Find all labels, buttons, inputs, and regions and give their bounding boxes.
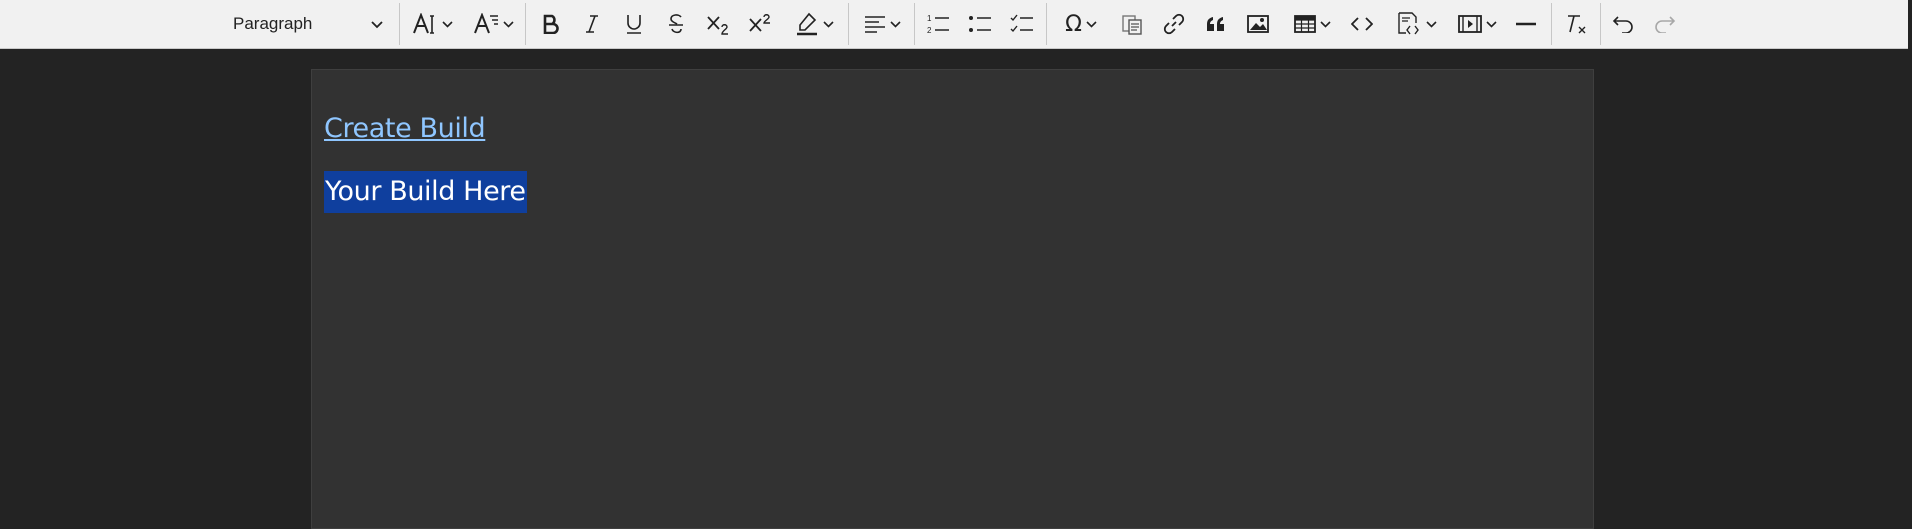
bold-icon	[542, 14, 560, 34]
table-icon	[1293, 14, 1316, 34]
chevron-down-icon	[441, 20, 453, 28]
paste-icon	[1120, 12, 1144, 36]
bold-button[interactable]	[535, 6, 567, 42]
highlighter-icon	[795, 12, 819, 36]
insert-media-button[interactable]	[1450, 6, 1504, 42]
strikethrough-icon	[667, 13, 685, 35]
code-button[interactable]	[1346, 6, 1378, 42]
block-quote-button[interactable]	[1200, 6, 1232, 42]
superscript-icon	[748, 13, 772, 35]
svg-text:2: 2	[927, 26, 932, 35]
toolbar-edge	[1908, 0, 1912, 48]
font-family-icon	[473, 13, 499, 35]
chevron-down-icon	[889, 20, 901, 28]
bulleted-list-icon	[968, 13, 992, 35]
horizontal-line-icon	[1515, 21, 1537, 27]
underline-icon	[625, 13, 643, 35]
underline-button[interactable]	[618, 6, 650, 42]
align-button[interactable]	[857, 6, 907, 42]
media-icon	[1457, 14, 1482, 34]
toolbar-separator	[848, 3, 849, 45]
link-button[interactable]	[1158, 6, 1190, 42]
highlight-button[interactable]	[788, 6, 840, 42]
toolbar-separator	[914, 3, 915, 45]
undo-icon	[1612, 15, 1634, 33]
heading-dropdown-value: Paragraph	[233, 14, 313, 33]
italic-button[interactable]	[576, 6, 608, 42]
font-family-button[interactable]	[469, 6, 517, 42]
todo-list-button[interactable]	[1006, 6, 1038, 42]
svg-text:1: 1	[927, 14, 932, 23]
toolbar-separator	[525, 3, 526, 45]
bulleted-list-button[interactable]	[964, 6, 996, 42]
chevron-down-icon	[502, 20, 514, 28]
editor-content-area[interactable]: Create Build Your Build Here	[311, 69, 1594, 529]
font-size-icon	[412, 13, 438, 35]
paste-plain-text-button[interactable]	[1116, 6, 1148, 42]
todo-list-icon	[1010, 13, 1034, 35]
chevron-down-icon	[1425, 20, 1437, 28]
toolbar-separator	[1600, 3, 1601, 45]
link-icon	[1163, 13, 1185, 35]
remove-format-button[interactable]	[1560, 6, 1592, 42]
selected-text[interactable]: Your Build Here	[324, 171, 527, 213]
code-icon	[1351, 16, 1373, 32]
insert-table-button[interactable]	[1286, 6, 1338, 42]
omega-icon: Ω	[1065, 11, 1082, 37]
toolbar-separator	[399, 3, 400, 45]
chevron-down-icon	[1485, 20, 1497, 28]
toolbar-separator	[1551, 3, 1552, 45]
redo-button[interactable]	[1649, 6, 1681, 42]
redo-icon	[1654, 15, 1676, 33]
code-block-button[interactable]	[1388, 6, 1444, 42]
heading-dropdown[interactable]: Paragraph	[221, 6, 391, 42]
strikethrough-button[interactable]	[660, 6, 692, 42]
undo-button[interactable]	[1607, 6, 1639, 42]
font-size-button[interactable]	[408, 6, 456, 42]
chevron-down-icon	[1319, 20, 1331, 28]
special-characters-button[interactable]: Ω	[1055, 6, 1107, 42]
insert-image-button[interactable]	[1242, 6, 1274, 42]
superscript-button[interactable]	[744, 6, 776, 42]
editor-toolbar: Paragraph 1 2 Ω	[0, 0, 1908, 49]
quote-icon	[1205, 15, 1227, 33]
chevron-down-icon	[822, 20, 834, 28]
remove-format-icon	[1564, 13, 1588, 35]
numbered-list-icon: 12	[926, 13, 950, 35]
image-icon	[1247, 14, 1269, 34]
create-build-link[interactable]: Create Build	[324, 113, 486, 144]
subscript-button[interactable]	[702, 6, 734, 42]
code-block-icon	[1396, 11, 1422, 37]
chevron-down-icon	[371, 14, 383, 34]
align-left-icon	[864, 15, 886, 33]
horizontal-line-button[interactable]	[1510, 6, 1542, 42]
numbered-list-button[interactable]: 12	[922, 6, 954, 42]
toolbar-separator	[1046, 3, 1047, 45]
subscript-icon	[706, 13, 730, 35]
italic-icon	[584, 14, 600, 34]
chevron-down-icon	[1086, 20, 1097, 28]
